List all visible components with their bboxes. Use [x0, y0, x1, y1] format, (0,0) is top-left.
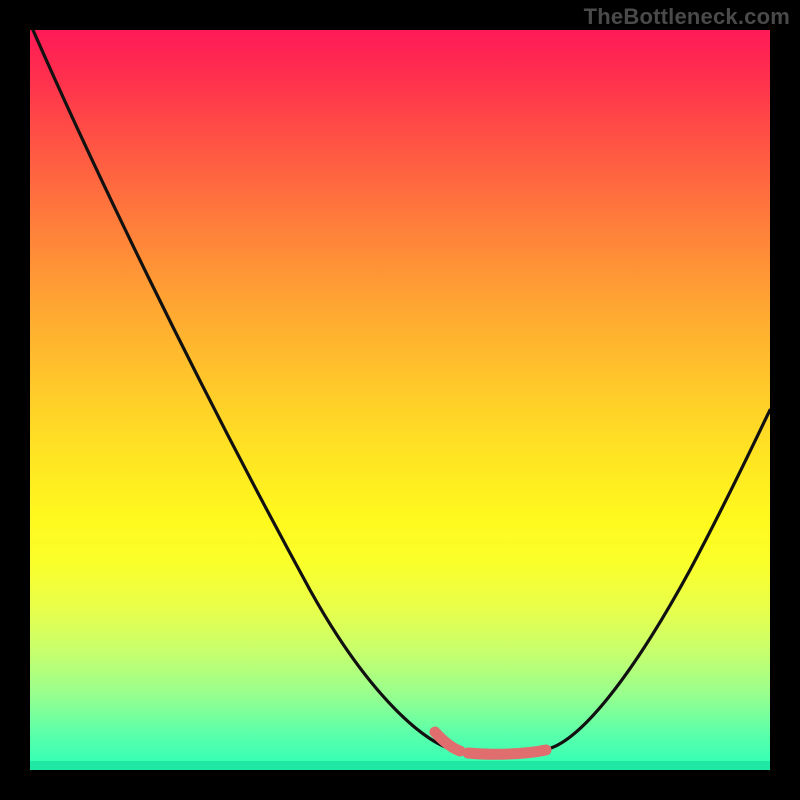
- curve-main-path: [33, 30, 770, 752]
- bottleneck-curve: [30, 30, 770, 770]
- highlight-segment-left: [435, 732, 460, 751]
- chart-frame: TheBottleneck.com: [0, 0, 800, 800]
- watermark-text: TheBottleneck.com: [584, 4, 790, 30]
- plot-area: [30, 30, 770, 770]
- highlight-segment-bottom: [468, 750, 546, 754]
